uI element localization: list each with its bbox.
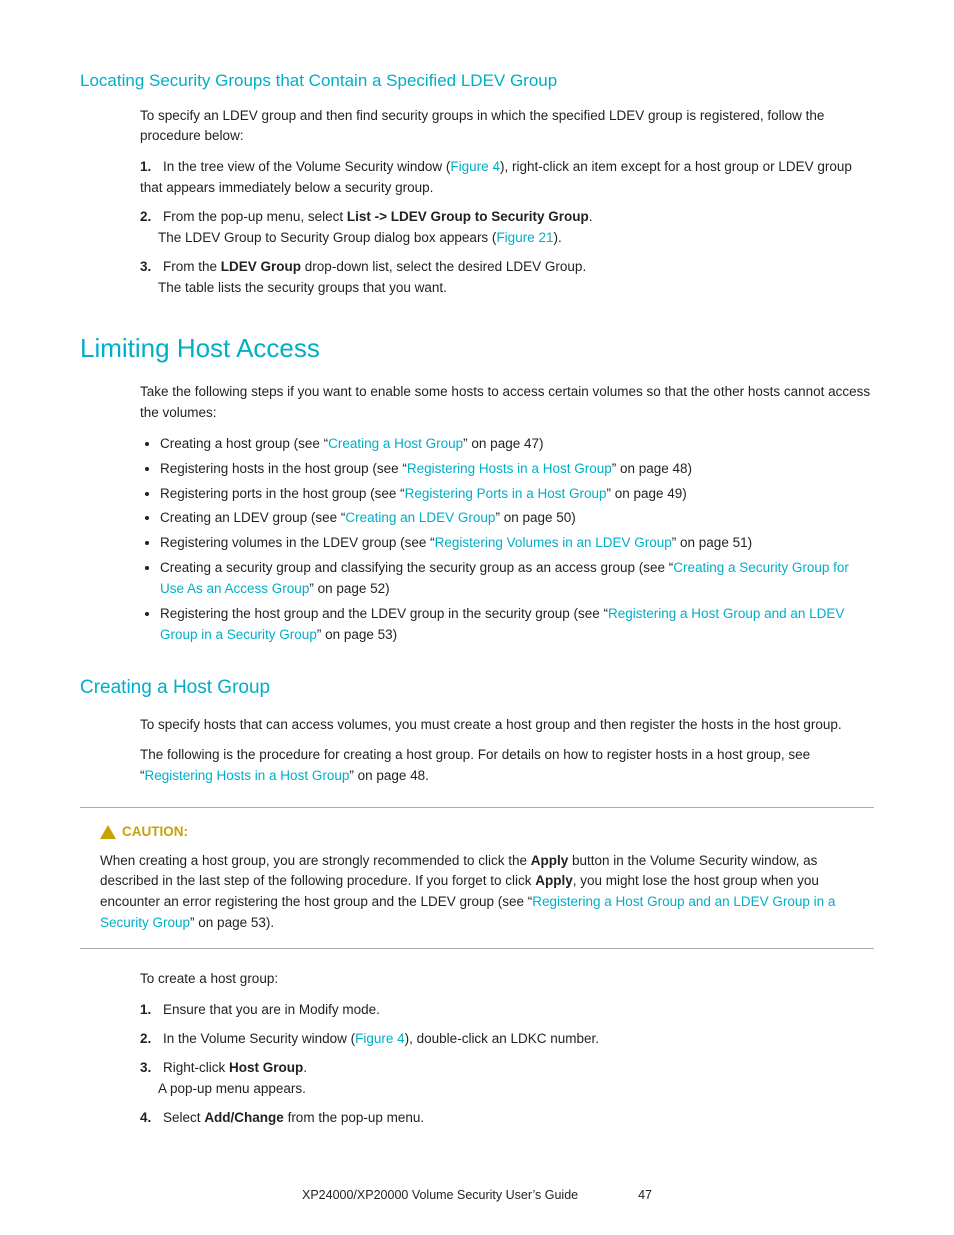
caution-triangle-icon <box>100 825 116 839</box>
step2-num: 2. <box>140 209 151 224</box>
bullet5-link[interactable]: Registering Volumes in an LDEV Group <box>435 535 672 550</box>
create-step4-num: 4. <box>140 1110 151 1125</box>
create-step4-text: Select Add/Change from the pop-up menu. <box>163 1110 424 1125</box>
create-step3-text: Right-click Host Group. <box>163 1060 307 1075</box>
bullet4-link[interactable]: Creating an LDEV Group <box>345 510 495 525</box>
section3-create-intro: To create a host group: <box>140 969 874 990</box>
bullet4: Creating an LDEV group (see “Creating an… <box>160 508 874 529</box>
bullet3: Registering ports in the host group (see… <box>160 484 874 505</box>
create-step2-link[interactable]: Figure 4 <box>355 1031 405 1046</box>
step1-num: 1. <box>140 159 151 174</box>
step2-bold: List -> LDEV Group to Security Group <box>347 209 589 224</box>
bullet2: Registering hosts in the host group (see… <box>160 459 874 480</box>
footer-page-num: 47 <box>638 1186 652 1205</box>
bullet1-link[interactable]: Creating a Host Group <box>328 436 463 451</box>
section1-step1: 1. In the tree view of the Volume Securi… <box>140 157 874 199</box>
create-step2-text: In the Volume Security window (Figure 4)… <box>163 1031 599 1046</box>
caution-label: CAUTION: <box>122 822 188 842</box>
section2-heading: Limiting Host Access <box>80 329 874 368</box>
create-step3-bold: Host Group <box>229 1060 303 1075</box>
create-step3-subtext: A pop-up menu appears. <box>158 1079 874 1100</box>
create-step1-text: Ensure that you are in Modify mode. <box>163 1002 380 1017</box>
step2-subtext: The LDEV Group to Security Group dialog … <box>158 228 874 249</box>
section3-steps: 1. Ensure that you are in Modify mode. 2… <box>140 1000 874 1129</box>
section1-step2: 2. From the pop-up menu, select List -> … <box>140 207 874 249</box>
create-step3: 3. Right-click Host Group. A pop-up menu… <box>140 1058 874 1100</box>
step3-text: From the LDEV Group drop-down list, sele… <box>163 259 586 274</box>
section3-para1: To specify hosts that can access volumes… <box>140 715 874 736</box>
create-step3-num: 3. <box>140 1060 151 1075</box>
footer-doc-title: XP24000/XP20000 Volume Security User’s G… <box>302 1186 578 1205</box>
create-step1: 1. Ensure that you are in Modify mode. <box>140 1000 874 1021</box>
step3-num: 3. <box>140 259 151 274</box>
step2-sublink[interactable]: Figure 21 <box>496 230 553 245</box>
create-step4-bold: Add/Change <box>204 1110 284 1125</box>
caution-box: CAUTION: When creating a host group, you… <box>80 807 874 949</box>
step3-bold: LDEV Group <box>221 259 301 274</box>
create-step1-num: 1. <box>140 1002 151 1017</box>
caution-link[interactable]: Registering a Host Group and an LDEV Gro… <box>100 894 835 930</box>
section1-step3: 3. From the LDEV Group drop-down list, s… <box>140 257 874 299</box>
caution-text: When creating a host group, you are stro… <box>100 851 854 935</box>
bullet6: Creating a security group and classifyin… <box>160 558 874 600</box>
create-step2: 2. In the Volume Security window (Figure… <box>140 1029 874 1050</box>
bullet5: Registering volumes in the LDEV group (s… <box>160 533 874 554</box>
bullet2-link[interactable]: Registering Hosts in a Host Group <box>407 461 612 476</box>
step1-text: In the tree view of the Volume Security … <box>140 159 852 195</box>
section1-intro: To specify an LDEV group and then find s… <box>140 106 874 148</box>
bullet3-link[interactable]: Registering Ports in a Host Group <box>405 486 607 501</box>
section3-para2: The following is the procedure for creat… <box>140 745 874 787</box>
caution-apply2: Apply <box>535 873 573 888</box>
step3-subtext: The table lists the security groups that… <box>158 278 874 299</box>
bullet7: Registering the host group and the LDEV … <box>160 604 874 646</box>
footer: XP24000/XP20000 Volume Security User’s G… <box>0 1186 954 1205</box>
section1-heading: Locating Security Groups that Contain a … <box>80 68 874 94</box>
bullet7-link[interactable]: Registering a Host Group and an LDEV Gro… <box>160 606 844 642</box>
section3-heading: Creating a Host Group <box>80 674 874 703</box>
caution-apply1: Apply <box>531 853 569 868</box>
create-step2-num: 2. <box>140 1031 151 1046</box>
caution-title: CAUTION: <box>100 822 854 842</box>
page: Locating Security Groups that Contain a … <box>0 0 954 1235</box>
section2-bullets: Creating a host group (see “Creating a H… <box>160 434 874 646</box>
step1-link[interactable]: Figure 4 <box>450 159 500 174</box>
bullet6-link[interactable]: Creating a Security Group for Use As an … <box>160 560 849 596</box>
section1-steps: 1. In the tree view of the Volume Securi… <box>140 157 874 299</box>
section3-para2-link[interactable]: Registering Hosts in a Host Group <box>145 768 350 783</box>
step2-text: From the pop-up menu, select List -> LDE… <box>163 209 593 224</box>
create-step4: 4. Select Add/Change from the pop-up men… <box>140 1108 874 1129</box>
bullet1: Creating a host group (see “Creating a H… <box>160 434 874 455</box>
section2-intro: Take the following steps if you want to … <box>140 382 874 424</box>
